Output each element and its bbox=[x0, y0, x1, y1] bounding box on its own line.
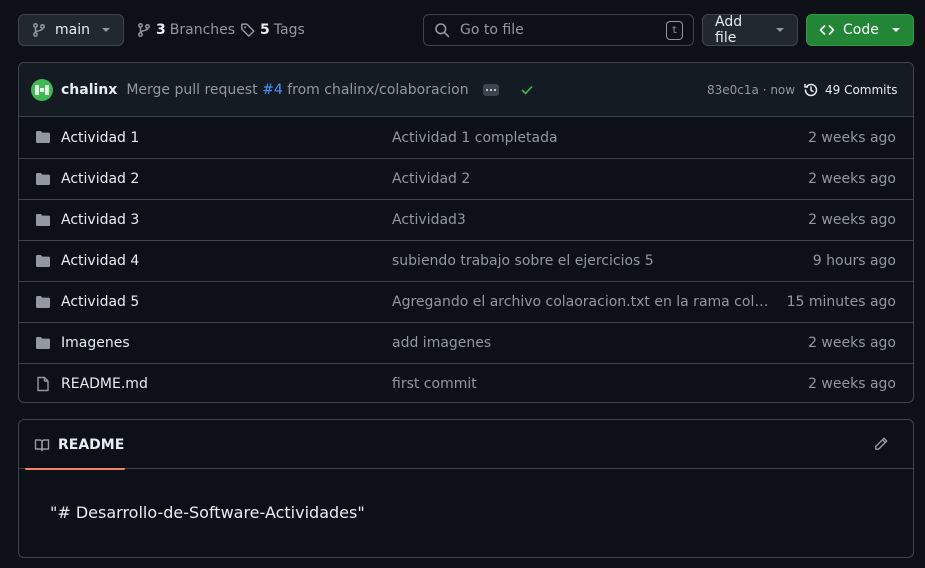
book-icon bbox=[34, 437, 50, 453]
code-icon bbox=[819, 22, 835, 38]
history-icon bbox=[803, 82, 819, 98]
file-listing: chalinx Merge pull request #4 from chali… bbox=[18, 62, 914, 403]
expand-commit-message-button[interactable] bbox=[482, 83, 499, 96]
table-row[interactable]: Imagenes add imagenes 2 weeks ago bbox=[19, 322, 913, 363]
search-icon bbox=[434, 22, 450, 38]
table-row[interactable]: Actividad 2 Actividad 2 2 weeks ago bbox=[19, 158, 913, 199]
latest-commit-bar: chalinx Merge pull request #4 from chali… bbox=[19, 63, 913, 117]
table-row[interactable]: Actividad 5 Agregando el archivo colaorac… bbox=[19, 281, 913, 322]
pencil-icon[interactable] bbox=[873, 436, 889, 452]
folder-icon bbox=[35, 171, 51, 187]
folder-icon bbox=[35, 212, 51, 228]
commit-age: 15 minutes ago bbox=[786, 294, 896, 310]
commits-history-link[interactable]: 49 Commits bbox=[803, 82, 897, 98]
keyboard-shortcut-hint: t bbox=[666, 20, 683, 40]
folder-icon bbox=[35, 253, 51, 269]
branches-link[interactable]: 3 Branches bbox=[136, 14, 235, 46]
commit-message-suffix: from chalinx/colaboracion bbox=[287, 81, 469, 98]
file-icon bbox=[35, 376, 51, 392]
branches-label: Branches bbox=[169, 22, 236, 38]
file-name-link[interactable]: Imagenes bbox=[61, 335, 130, 351]
file-name-link[interactable]: Actividad 2 bbox=[61, 171, 139, 187]
add-file-button[interactable]: Add file bbox=[702, 14, 798, 46]
file-name-link[interactable]: Actividad 1 bbox=[61, 130, 139, 146]
readme-header: README bbox=[19, 420, 913, 470]
commit-sha-time[interactable]: 83e0c1a · now bbox=[707, 83, 795, 97]
tags-label: Tags bbox=[273, 22, 305, 38]
file-name-link[interactable]: Actividad 3 bbox=[61, 212, 139, 228]
file-name-link[interactable]: Actividad 5 bbox=[61, 294, 139, 310]
commit-age: 9 hours ago bbox=[812, 253, 896, 269]
code-button[interactable]: Code bbox=[806, 14, 914, 46]
table-row[interactable]: Actividad 3 Actividad3 2 weeks ago bbox=[19, 199, 913, 240]
commit-age: 2 weeks ago bbox=[808, 376, 896, 392]
file-name-link[interactable]: README.md bbox=[61, 376, 148, 392]
branches-count: 3 bbox=[156, 22, 166, 38]
git-branch-icon bbox=[136, 22, 152, 38]
readme-content: "# Desarrollo-de-Software-Actividades" bbox=[50, 503, 365, 522]
commit-message-link[interactable]: Actividad3 bbox=[392, 212, 776, 228]
branch-selector-button[interactable]: main bbox=[18, 14, 124, 46]
commit-message-link[interactable]: add imagenes bbox=[392, 335, 776, 351]
code-label: Code bbox=[843, 22, 879, 38]
table-row[interactable]: README.md first commit 2 weeks ago bbox=[19, 363, 913, 402]
commit-age: 2 weeks ago bbox=[808, 171, 896, 187]
chevron-down-icon bbox=[101, 27, 111, 33]
search-input[interactable] bbox=[460, 22, 656, 38]
git-branch-icon bbox=[31, 22, 47, 38]
readme-panel: README "# Desarrollo-de-Software-Activid… bbox=[18, 419, 914, 558]
table-row[interactable]: Actividad 1 Actividad 1 completada 2 weeks… bbox=[19, 117, 913, 158]
add-file-label: Add file bbox=[715, 14, 743, 46]
commit-author[interactable]: chalinx bbox=[61, 82, 117, 98]
commit-message[interactable]: Merge pull request #4 from chalinx/colab… bbox=[126, 82, 468, 98]
commit-age: 2 weeks ago bbox=[808, 129, 896, 146]
go-to-file-search[interactable]: t bbox=[423, 14, 694, 46]
commits-count-label: 49 Commits bbox=[825, 82, 898, 97]
tag-icon bbox=[240, 22, 256, 38]
commit-message-link[interactable]: first commit bbox=[392, 376, 776, 392]
folder-icon bbox=[35, 129, 51, 145]
check-icon[interactable] bbox=[521, 85, 533, 95]
avatar[interactable] bbox=[31, 78, 53, 101]
commit-message-link[interactable]: subiendo trabajo sobre el ejercicios 5 bbox=[392, 253, 776, 269]
tags-count: 5 bbox=[260, 22, 270, 38]
file-name-link[interactable]: Actividad 4 bbox=[61, 253, 139, 269]
chevron-down-icon bbox=[775, 27, 785, 33]
tab-readme[interactable]: README bbox=[19, 420, 125, 470]
table-row[interactable]: Actividad 4 subiendo trabajo sobre el eje… bbox=[19, 240, 913, 281]
commit-message-link[interactable]: Agregando el archivo colaoracion.txt en … bbox=[392, 294, 776, 310]
readme-tab-label: README bbox=[58, 436, 125, 453]
commit-age: 2 weeks ago bbox=[808, 335, 896, 351]
commit-message-link[interactable]: Actividad 2 bbox=[392, 171, 776, 187]
pull-request-link[interactable]: #4 bbox=[262, 82, 283, 98]
tags-link[interactable]: 5 Tags bbox=[240, 14, 305, 46]
folder-icon bbox=[35, 335, 51, 351]
branch-name: main bbox=[55, 22, 90, 38]
commit-message-link[interactable]: Actividad 1 completada bbox=[392, 130, 776, 146]
folder-icon bbox=[35, 294, 51, 310]
chevron-down-icon bbox=[891, 27, 901, 33]
commit-message-prefix: Merge pull request bbox=[126, 81, 258, 98]
commit-age: 2 weeks ago bbox=[808, 212, 896, 228]
